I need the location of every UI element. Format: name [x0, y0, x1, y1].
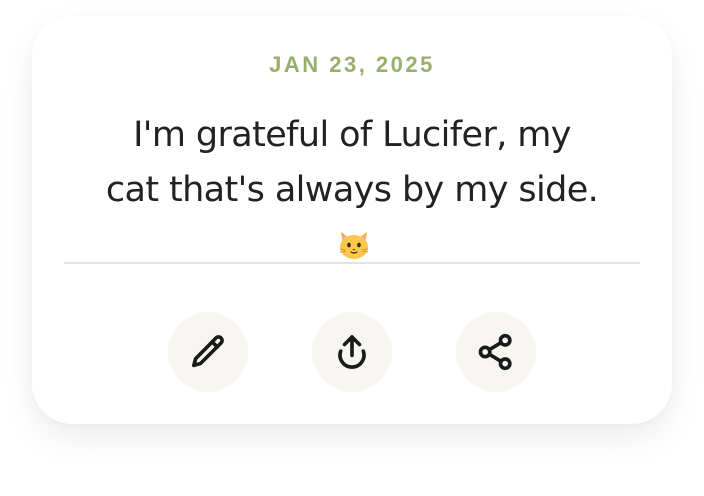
journal-entry-card: JAN 23, 2025 I'm grateful of Lucifer, my… — [32, 16, 672, 424]
entry-text: I'm grateful of Lucifer, my cat that's a… — [102, 108, 602, 273]
action-bar — [32, 312, 672, 392]
upload-button[interactable] — [312, 312, 392, 392]
pencil-icon — [192, 335, 224, 368]
share-button[interactable] — [456, 312, 536, 392]
entry-date: JAN 23, 2025 — [269, 52, 435, 77]
upload-icon — [338, 335, 366, 369]
entry-text-content: I'm grateful of Lucifer, my cat that's a… — [105, 115, 599, 210]
share-icon — [478, 333, 512, 371]
cat-face-emoji-icon — [339, 232, 369, 259]
edit-button[interactable] — [168, 312, 248, 392]
divider — [64, 262, 640, 264]
